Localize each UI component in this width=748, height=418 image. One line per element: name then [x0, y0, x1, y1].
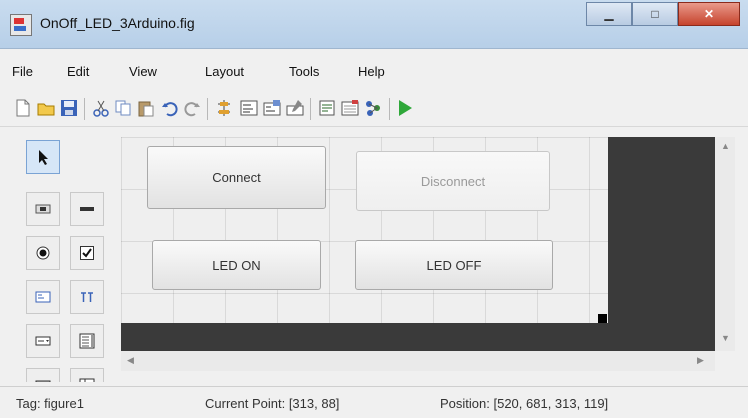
popup-menu-tool[interactable] [26, 324, 60, 358]
edit-text-tool[interactable] [26, 280, 60, 314]
radio-button-tool[interactable] [26, 236, 60, 270]
led-off-button[interactable]: LED OFF [355, 240, 553, 290]
menu-help[interactable]: Help [358, 64, 385, 79]
menu-edit[interactable]: Edit [67, 64, 89, 79]
toolbar-editor-icon[interactable] [286, 99, 304, 117]
listbox-tool-icon [79, 333, 95, 349]
component-palette [26, 140, 116, 382]
paste-icon[interactable] [137, 99, 155, 117]
select-tool[interactable] [26, 140, 60, 174]
listbox-tool[interactable] [70, 324, 104, 358]
tab-order-editor-icon[interactable] [263, 99, 281, 117]
title-bar: OnOff_LED_3Arduino.fig ▁ □ ✕ [0, 0, 748, 49]
save-icon[interactable] [60, 99, 78, 117]
menu-view[interactable]: View [129, 64, 157, 79]
open-folder-icon[interactable] [37, 99, 55, 117]
window-controls: ▁ □ ✕ [586, 2, 740, 26]
scroll-up-icon[interactable]: ▲ [721, 141, 730, 151]
push-button-tool[interactable] [26, 192, 60, 226]
align-objects-icon[interactable] [215, 99, 233, 117]
horizontal-scrollbar[interactable]: ◀ ▶ [121, 351, 715, 371]
menu-bar: File Edit View Layout Tools Help [0, 58, 748, 84]
checkbox-tool-icon [80, 246, 94, 260]
scroll-down-icon[interactable]: ▼ [721, 333, 730, 343]
toolbar-separator [310, 98, 311, 120]
copy-icon[interactable] [114, 99, 132, 117]
new-file-icon[interactable] [14, 99, 32, 117]
maximize-button[interactable]: □ [632, 2, 678, 26]
status-tag: Tag: figure1 [16, 396, 84, 411]
slider-tool-icon [80, 207, 94, 211]
scroll-right-icon[interactable]: ▶ [697, 355, 704, 366]
canvas-background [608, 137, 715, 351]
edit-text-tool-icon [35, 291, 51, 303]
slider-tool[interactable] [70, 192, 104, 226]
vertical-scrollbar[interactable]: ▲ ▼ [715, 137, 735, 351]
popup-menu-tool-icon [35, 336, 51, 346]
menu-file[interactable]: File [12, 64, 33, 79]
layout-canvas[interactable]: Connect Disconnect LED ON LED OFF [121, 137, 608, 323]
disconnect-button[interactable]: Disconnect [356, 151, 550, 211]
object-browser-icon[interactable] [364, 99, 382, 117]
static-text-tool-icon [81, 292, 93, 302]
property-inspector-icon[interactable] [341, 99, 359, 117]
matlab-figure-icon [10, 14, 32, 36]
redo-icon[interactable] [183, 99, 201, 117]
status-bar: Tag: figure1 Current Point: [313, 88] Po… [0, 386, 748, 418]
status-position: Position: [520, 681, 313, 119] [440, 396, 609, 411]
table-tool-icon [79, 378, 95, 382]
toolbar-separator [84, 98, 85, 120]
toolbar-separator [389, 98, 390, 120]
toggle-button-tool-icon [35, 380, 51, 382]
figure-resize-handle[interactable] [598, 314, 607, 323]
status-current-point: Current Point: [313, 88] [205, 396, 340, 411]
run-figure-icon[interactable] [396, 99, 414, 117]
push-button-tool-icon [35, 204, 51, 214]
cut-icon[interactable] [92, 99, 110, 117]
static-text-tool[interactable] [70, 280, 104, 314]
toggle-button-tool[interactable] [26, 368, 60, 382]
minimize-button[interactable]: ▁ [586, 2, 632, 26]
select-tool-icon [39, 150, 48, 165]
toolbar-separator [207, 98, 208, 120]
menu-layout[interactable]: Layout [205, 64, 244, 79]
checkbox-tool[interactable] [70, 236, 104, 270]
editor-icon[interactable] [318, 99, 336, 117]
radio-button-tool-icon [36, 246, 50, 260]
scroll-left-icon[interactable]: ◀ [127, 355, 134, 366]
connect-button[interactable]: Connect [147, 146, 326, 209]
menu-editor-icon[interactable] [240, 99, 258, 117]
window-title: OnOff_LED_3Arduino.fig [40, 15, 195, 31]
table-tool[interactable] [70, 368, 104, 382]
menu-tools[interactable]: Tools [289, 64, 319, 79]
undo-icon[interactable] [161, 99, 179, 117]
close-button[interactable]: ✕ [678, 2, 740, 26]
canvas-background [121, 323, 608, 351]
led-on-button[interactable]: LED ON [152, 240, 321, 290]
toolbar [0, 92, 748, 127]
